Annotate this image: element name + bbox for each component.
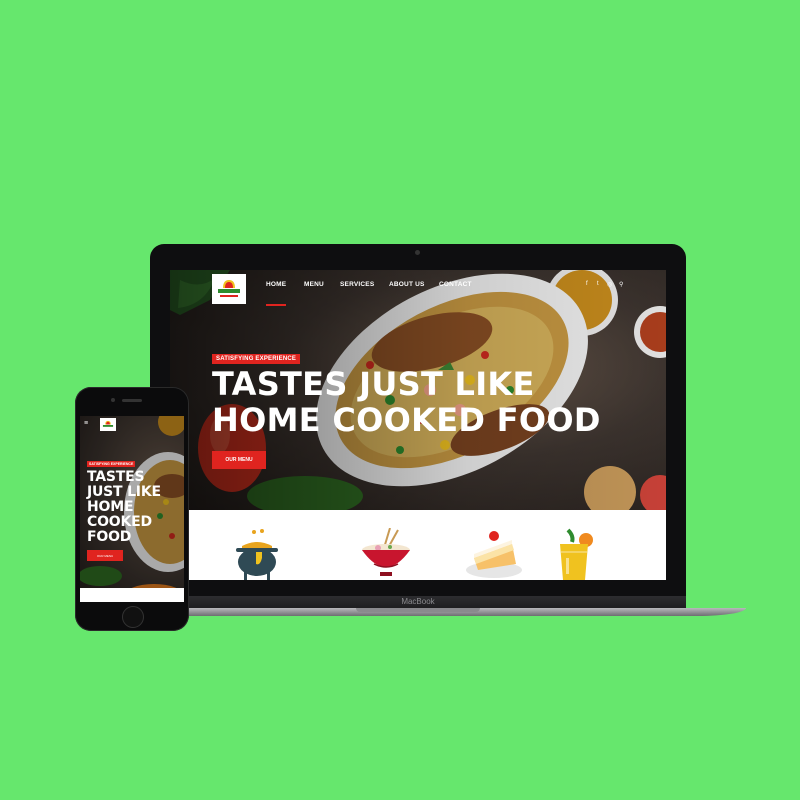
phone-hero-headline: TASTES JUST LIKE HOME COOKED FOOD xyxy=(87,470,161,545)
our-menu-button[interactable]: OUR MENU xyxy=(212,451,266,469)
phone-screen: ≡ SATISFYING EXPERIENCE TASTES JUST LIKE… xyxy=(80,416,184,602)
juice-glass-icon[interactable] xyxy=(552,528,604,580)
laptop-base-notch xyxy=(356,608,480,612)
facebook-icon[interactable]: f xyxy=(586,281,588,287)
phone-site-logo[interactable] xyxy=(100,418,116,431)
phone-hero-tag: SATISFYING EXPERIENCE xyxy=(87,461,136,467)
phone-headline-line: TASTES xyxy=(87,469,145,485)
hamburger-menu-icon[interactable]: ≡ xyxy=(84,420,88,427)
top-navigation: HOME MENU SERVICES ABOUT US CONTACT f t … xyxy=(170,270,666,306)
phone-camera xyxy=(111,398,115,402)
instagram-icon[interactable]: ◎ xyxy=(607,281,612,288)
search-icon[interactable]: ⚲ xyxy=(619,281,623,288)
laptop-screen: HOME MENU SERVICES ABOUT US CONTACT f t … xyxy=(170,270,666,580)
mama-kitchen-logo-icon xyxy=(218,280,240,297)
services-strip xyxy=(170,510,666,580)
phone-headline-line: COOKED xyxy=(87,514,152,530)
nav-menu[interactable]: MENU xyxy=(304,281,324,288)
laptop-lid: HOME MENU SERVICES ABOUT US CONTACT f t … xyxy=(150,244,686,596)
laptop-camera xyxy=(415,250,420,255)
nav-home[interactable]: HOME xyxy=(266,281,287,306)
hero-tag: SATISFYING EXPERIENCE xyxy=(212,354,301,364)
phone-headline-line: FOOD xyxy=(87,529,132,545)
noodle-bowl-icon[interactable] xyxy=(356,528,416,580)
nav-contact[interactable]: CONTACT xyxy=(439,281,472,288)
phone-home-button[interactable] xyxy=(122,606,144,628)
hero-headline-line1: TASTES JUST LIKE xyxy=(212,365,535,403)
macbook-label: MacBook xyxy=(401,597,435,606)
cake-slice-icon[interactable] xyxy=(464,528,524,580)
hero-headline: TASTES JUST LIKE HOME COOKED FOOD xyxy=(212,366,601,438)
hero-section: HOME MENU SERVICES ABOUT US CONTACT f t … xyxy=(170,270,666,510)
mama-kitchen-logo-icon xyxy=(102,420,114,427)
site-logo[interactable] xyxy=(212,274,246,304)
phone-services-strip xyxy=(80,588,184,602)
cooking-pot-icon[interactable] xyxy=(232,528,282,580)
phone-headline-line: HOME xyxy=(87,499,134,515)
phone-our-menu-button[interactable]: OUR MENU xyxy=(87,550,123,561)
phone-device: ≡ SATISFYING EXPERIENCE TASTES JUST LIKE… xyxy=(75,387,189,631)
phone-speaker xyxy=(122,399,142,402)
nav-about-us[interactable]: ABOUT US xyxy=(389,281,425,288)
twitter-icon[interactable]: t xyxy=(597,281,599,287)
phone-headline-line: JUST LIKE xyxy=(87,484,161,500)
hero-headline-line2: HOME COOKED FOOD xyxy=(212,401,601,439)
nav-services[interactable]: SERVICES xyxy=(340,281,374,288)
